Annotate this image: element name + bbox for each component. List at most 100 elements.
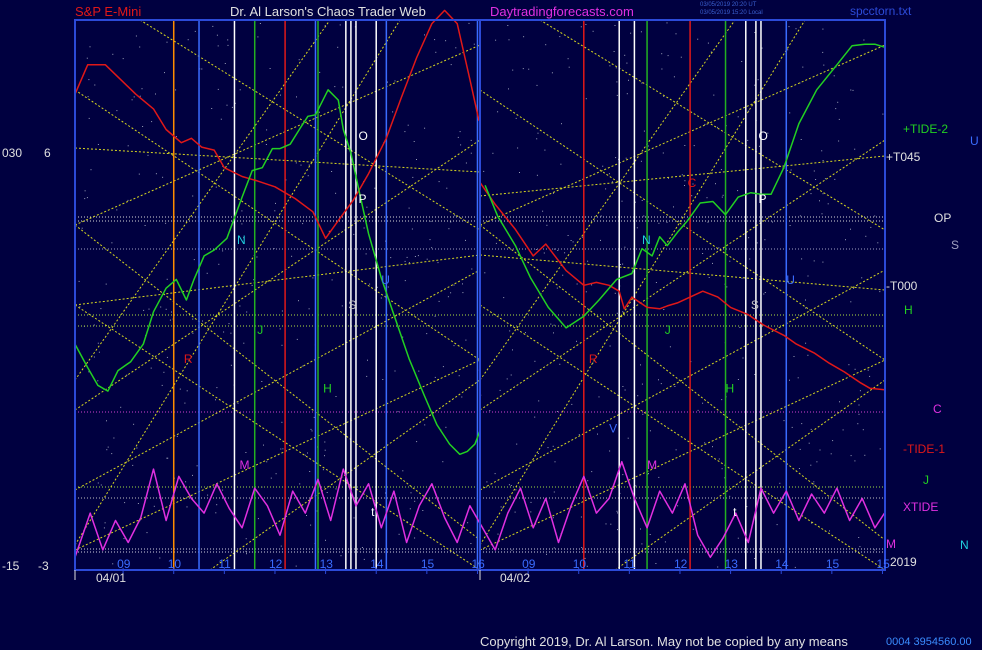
star-dot: [185, 481, 187, 483]
star-dot: [78, 280, 80, 282]
star-dot: [462, 283, 463, 285]
star-dot: [546, 553, 547, 555]
star-dot: [547, 447, 549, 449]
star-dot: [810, 428, 812, 430]
x-tick-label: 09: [117, 557, 131, 571]
star-dot: [515, 489, 517, 491]
star-dot: [660, 383, 662, 385]
star-dot: [216, 34, 218, 36]
star-dot: [216, 387, 218, 389]
star-dot: [335, 396, 337, 397]
star-dot: [434, 315, 436, 317]
star-dot: [801, 258, 803, 260]
star-dot: [310, 428, 312, 430]
star-dot: [512, 349, 513, 351]
star-dot: [508, 39, 510, 41]
site-link[interactable]: Daytradingforecasts.com: [490, 4, 634, 19]
star-dot: [546, 224, 548, 226]
star-dot: [230, 286, 232, 288]
star-dot: [815, 179, 817, 180]
x-tick-label: 09: [522, 557, 536, 571]
star-dot: [821, 213, 823, 215]
star-dot: [877, 242, 879, 244]
star-dot: [378, 450, 380, 452]
copyright-notice: Copyright 2019, Dr. Al Larson. May not b…: [480, 634, 848, 649]
star-dot: [829, 486, 831, 488]
star-dot: [576, 283, 578, 285]
star-dot: [135, 35, 137, 37]
star-dot: [848, 364, 850, 366]
star-dot: [153, 505, 155, 507]
star-dot: [239, 305, 241, 307]
star-dot: [609, 345, 611, 347]
x-tick-label: 12: [674, 557, 688, 571]
star-dot: [266, 461, 268, 463]
star-dot: [553, 248, 555, 250]
star-dot: [822, 160, 824, 161]
star-dot: [161, 384, 163, 386]
star-dot: [324, 449, 326, 451]
star-dot: [127, 145, 129, 147]
point-label: N: [237, 233, 246, 247]
star-dot: [446, 187, 448, 189]
star-dot: [86, 197, 88, 199]
star-dot: [602, 165, 604, 167]
star-dot: [542, 210, 544, 212]
point-label: R: [589, 352, 598, 366]
star-dot: [445, 426, 447, 428]
star-dot: [669, 346, 671, 348]
star-dot: [802, 66, 804, 68]
star-dot: [817, 497, 819, 499]
x-tick-label: 15: [876, 557, 890, 571]
star-dot: [864, 454, 866, 456]
star-dot: [411, 228, 413, 230]
star-dot: [543, 252, 545, 254]
star-dot: [123, 538, 125, 540]
right-labels: +TIDE-2 +T045 OPS -T000 H C -TIDE-1 J XTIDE M N U: [886, 122, 979, 552]
star-dot: [718, 247, 720, 249]
star-dot: [641, 543, 643, 545]
star-dot: [742, 357, 744, 359]
star-dot: [365, 253, 367, 255]
star-dot: [231, 106, 233, 108]
star-dot: [429, 239, 431, 241]
star-dot: [307, 452, 308, 454]
star-dot: [561, 123, 562, 125]
star-dot: [627, 437, 629, 439]
star-dot: [525, 332, 526, 334]
star-dot: [609, 65, 611, 67]
star-dot: [552, 517, 554, 519]
star-dot: [90, 169, 92, 171]
star-dot: [171, 311, 172, 313]
star-dot: [216, 504, 218, 506]
star-dot: [166, 278, 168, 280]
star-dot: [442, 461, 444, 463]
star-dot: [617, 529, 618, 531]
star-dot: [306, 515, 307, 516]
star-dot: [700, 544, 702, 546]
symbol-title: S&P E-Mini: [75, 4, 142, 19]
star-dot: [581, 236, 583, 238]
star-dot: [578, 434, 580, 436]
star-dot: [280, 94, 281, 96]
star-dot: [764, 292, 766, 293]
star-dot: [552, 445, 554, 447]
star-dot: [84, 190, 86, 192]
star-dot: [309, 471, 311, 472]
star-dot: [764, 239, 766, 241]
star-dot: [850, 89, 852, 91]
star-dot: [426, 258, 428, 260]
star-dot: [737, 190, 739, 192]
star-dot: [394, 370, 396, 372]
star-dot: [339, 24, 341, 26]
star-dot: [800, 139, 802, 140]
star-dot: [625, 157, 627, 159]
star-dot: [295, 565, 297, 567]
star-dot: [107, 446, 109, 448]
star-dot: [667, 55, 669, 57]
star-dot: [298, 59, 300, 61]
star-dot: [624, 389, 626, 391]
star-dot: [649, 534, 651, 535]
star-dot: [508, 484, 510, 486]
star-dot: [192, 474, 193, 476]
